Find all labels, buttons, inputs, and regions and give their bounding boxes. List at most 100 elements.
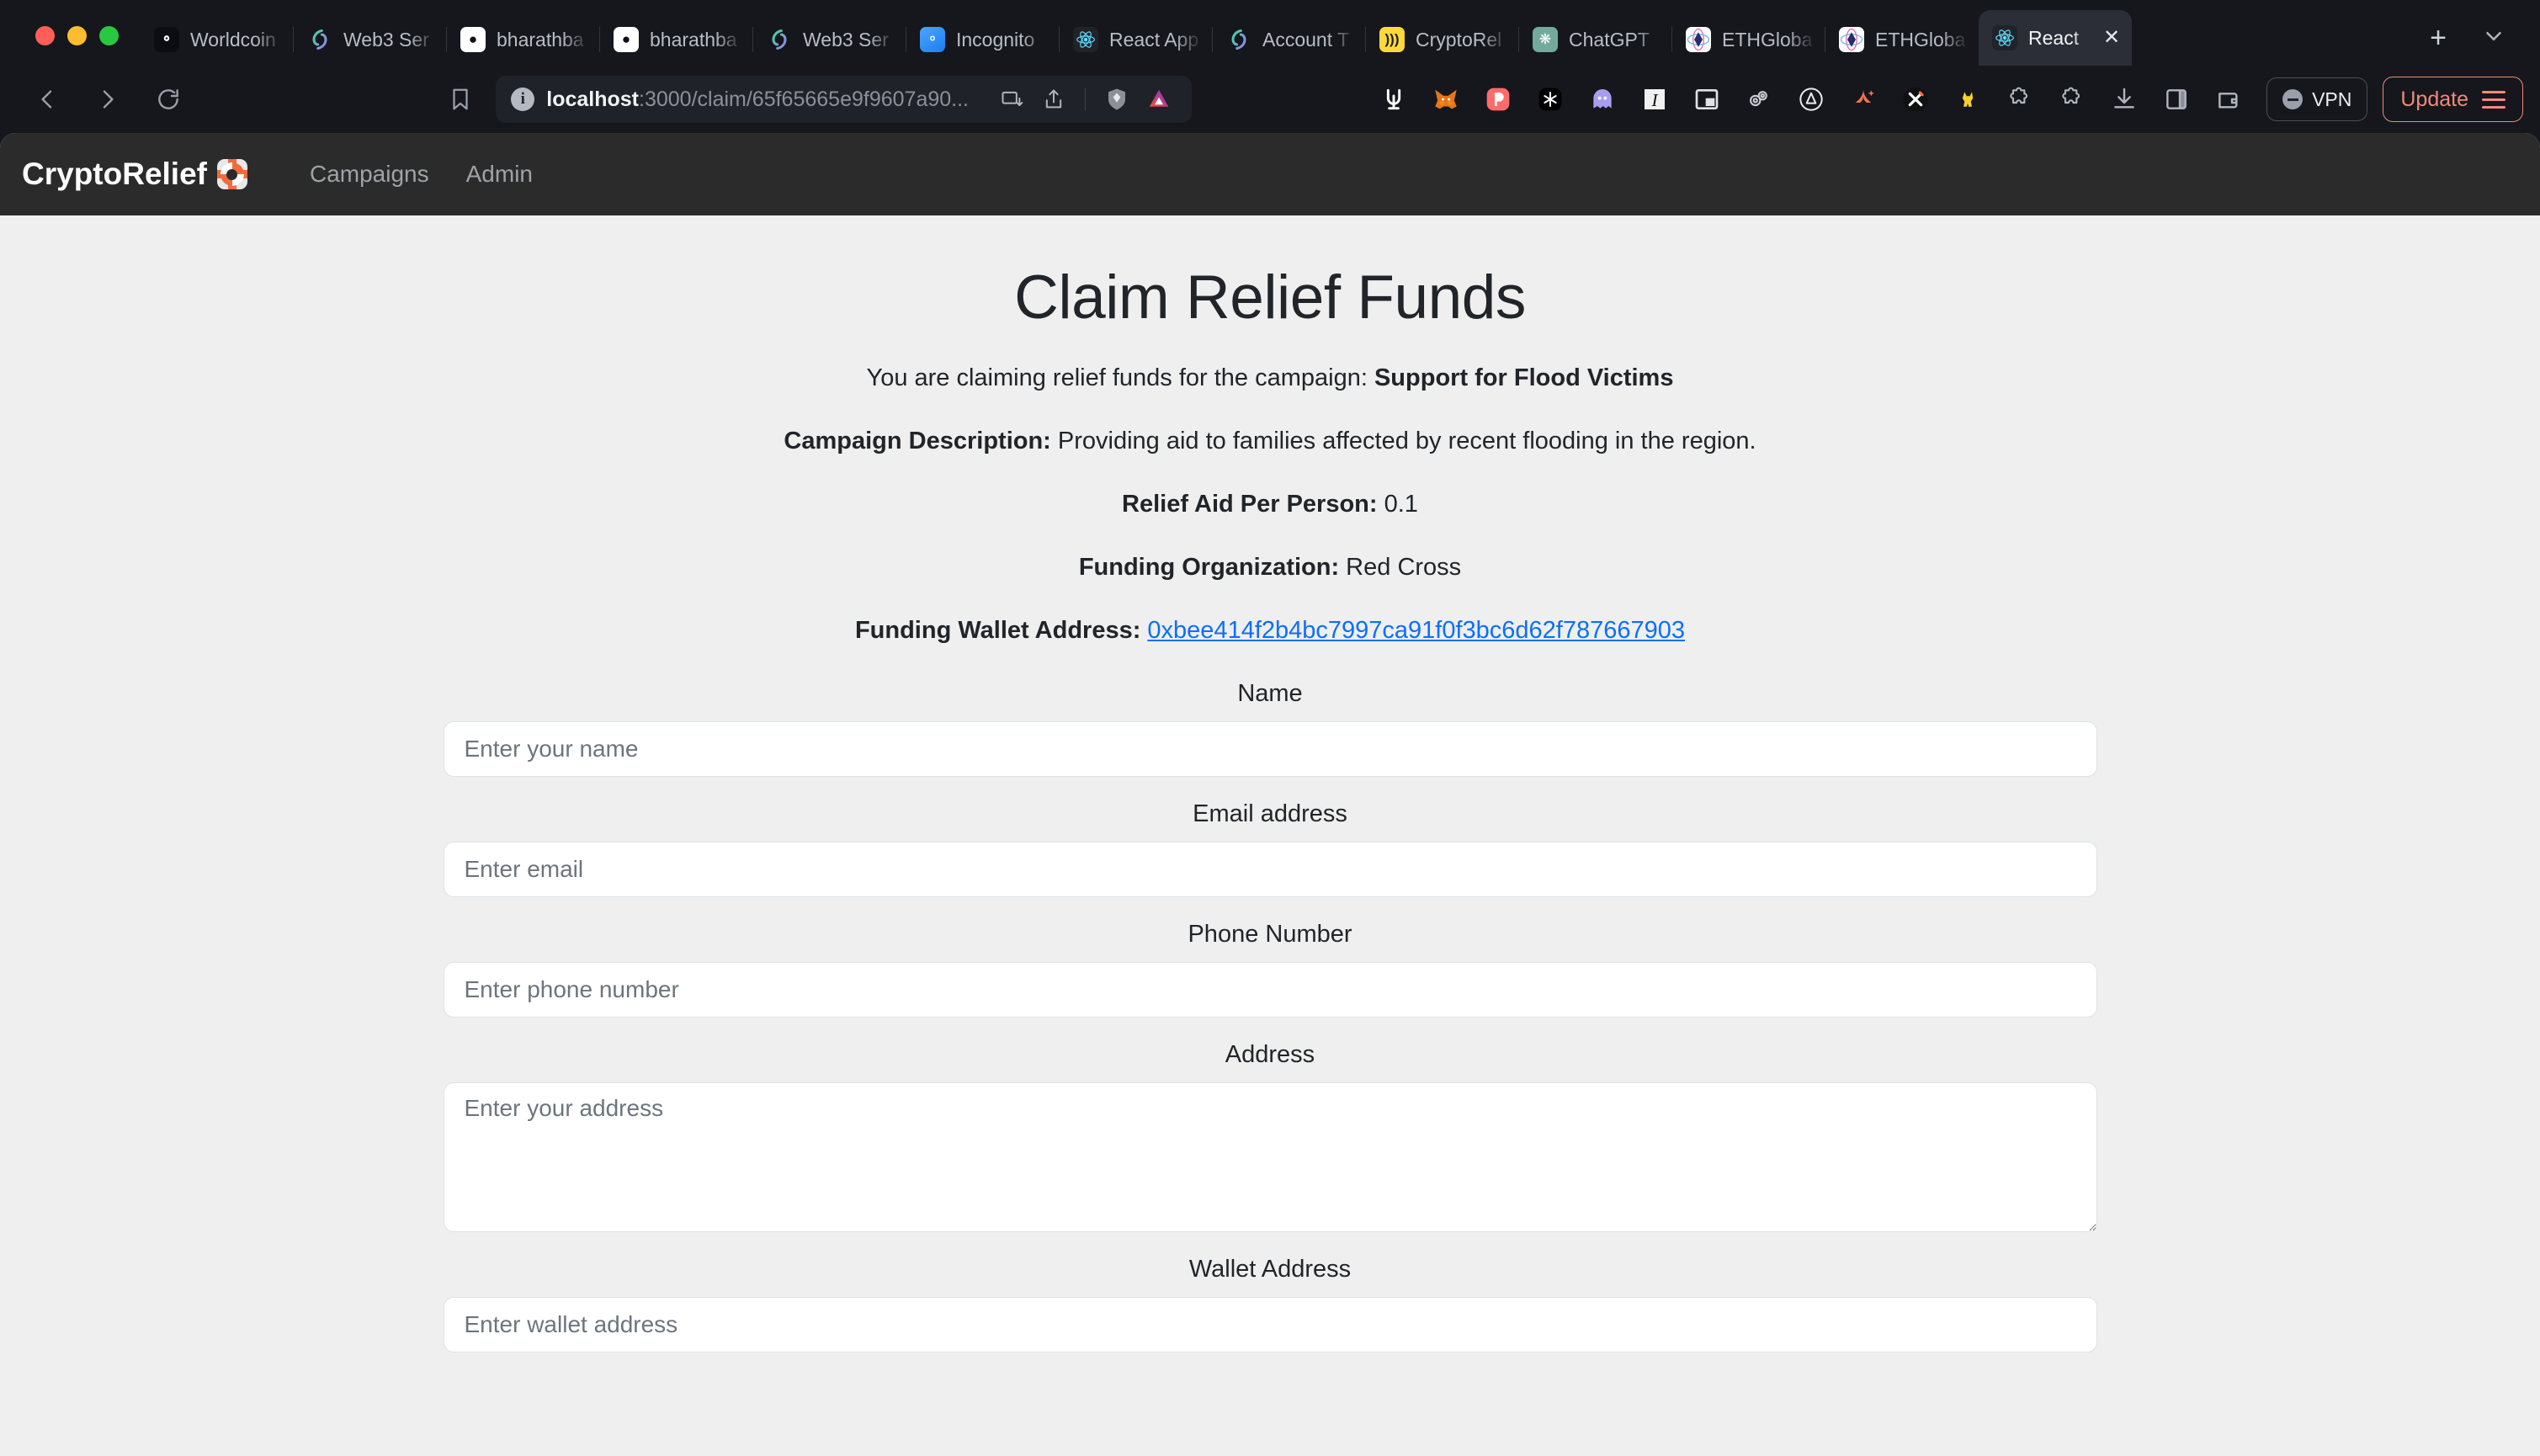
tab-label: Account T <box>1262 28 1350 50</box>
arbitrum-icon[interactable] <box>1789 77 1833 121</box>
email-input[interactable] <box>443 842 2097 897</box>
browser-tab[interactable]: ETHGloba <box>1825 13 1979 66</box>
bookmark-icon[interactable] <box>440 79 481 120</box>
address-textarea[interactable] <box>443 1082 2097 1232</box>
gears-icon[interactable] <box>1737 77 1781 121</box>
lead-prefix: You are claiming relief funds for the ca… <box>866 364 1374 391</box>
download-icon[interactable] <box>2102 77 2146 121</box>
address-bar-actions <box>984 76 1192 123</box>
github-icon: ● <box>460 27 486 52</box>
browser-tab[interactable]: ⚬ Incognito <box>906 13 1060 66</box>
funding-wallet-label: Funding Wallet Address: <box>854 617 1141 644</box>
crypto-icon: ))) <box>1379 27 1405 52</box>
italic-i-icon[interactable]: I <box>1633 77 1677 121</box>
campaign-description: Campaign Description: Providing aid to f… <box>784 428 1756 455</box>
share-icon[interactable] <box>1034 80 1073 119</box>
funding-wallet-link[interactable]: 0xbee414f2b4bc7997ca91f0f3bc6d62f7876679… <box>1147 617 1685 644</box>
relief-aid-value: 0.1 <box>1377 491 1418 518</box>
react-icon <box>1992 25 2017 50</box>
tab-label: bharathba <box>497 28 584 50</box>
maximize-window-button[interactable] <box>99 26 119 45</box>
page-title: Claim Relief Funds <box>1014 263 1526 332</box>
tab-label: Incognito <box>956 28 1035 50</box>
lead-text: You are claiming relief funds for the ca… <box>867 364 1674 392</box>
funding-organization: Funding Organization: Red Cross <box>1079 554 1461 582</box>
browser-tab-active[interactable]: React ✕ <box>1979 10 2132 66</box>
brave-shields-icon[interactable] <box>1097 80 1136 119</box>
forward-icon[interactable] <box>86 77 130 121</box>
pikachu-icon[interactable] <box>1946 77 1990 121</box>
tab-strip: ⚬ Worldcoin Web3 Ser ● bharathba ● bhara… <box>0 0 2540 66</box>
tab-label: bharathba <box>650 28 737 50</box>
page-viewport: CryptoRelief Campaigns Admin Claim Relie… <box>0 133 2540 1456</box>
browser-tab[interactable]: ● bharathba <box>600 13 753 66</box>
brand[interactable]: CryptoRelief <box>22 157 247 192</box>
vpn-status-icon <box>2282 89 2304 109</box>
browser-tab[interactable]: ● bharathba <box>447 13 600 66</box>
chevron-down-icon[interactable] <box>2474 17 2513 56</box>
phone-input[interactable] <box>443 962 2097 1018</box>
ghost-icon[interactable] <box>1581 77 1624 121</box>
brand-label: CryptoRelief <box>22 157 207 191</box>
brave-rewards-icon[interactable] <box>1140 80 1178 119</box>
browser-tab[interactable]: Account T <box>1213 13 1366 66</box>
window-controls <box>20 26 141 66</box>
puzzle-icon[interactable] <box>2050 77 2094 121</box>
tab-label: Web3 Ser <box>803 28 889 50</box>
browser-tab[interactable]: Web3 Ser <box>294 13 447 66</box>
address-bar[interactable]: i localhost:3000/claim/65f65665e9f9607a9… <box>496 76 984 123</box>
snowflake-icon[interactable] <box>1528 77 1572 121</box>
minimize-window-button[interactable] <box>67 26 87 45</box>
ethglobal-icon <box>1839 27 1864 52</box>
new-tab-button[interactable]: + <box>2419 19 2458 57</box>
form-group-wallet: Wallet Address <box>443 1256 2097 1352</box>
close-window-button[interactable] <box>35 26 55 45</box>
tab-label: Worldcoin <box>190 28 276 50</box>
browser-tab[interactable]: ETHGloba <box>1672 13 1825 66</box>
browser-menu-icon[interactable] <box>2482 90 2505 109</box>
picture-in-picture-icon[interactable] <box>1685 77 1729 121</box>
browser-tab[interactable]: ⚬ Worldcoin <box>141 13 294 66</box>
vpn-button[interactable]: VPN <box>2266 77 2368 121</box>
phantom-icon[interactable] <box>1476 77 1520 121</box>
update-button[interactable]: Update <box>2383 77 2523 122</box>
update-label: Update <box>2400 87 2468 111</box>
split-view-icon[interactable] <box>992 80 1031 119</box>
react-icon <box>1073 27 1098 52</box>
page-content: Claim Relief Funds You are claiming reli… <box>0 215 2540 1456</box>
campaign-description-value: Providing aid to families affected by re… <box>1050 428 1756 454</box>
site-info-icon[interactable]: i <box>511 88 535 111</box>
browser-toolbar: i localhost:3000/claim/65f65665e9f9607a9… <box>0 66 2540 133</box>
browser-tab[interactable]: React App <box>1060 13 1213 66</box>
reload-icon[interactable] <box>146 77 190 121</box>
back-icon[interactable] <box>25 77 69 121</box>
nav-link-campaigns[interactable]: Campaigns <box>291 161 448 188</box>
tab-label: React App <box>1109 28 1199 50</box>
puzzle-icon[interactable] <box>1998 77 2042 121</box>
tab-label: CryptoRel <box>1416 28 1502 50</box>
url-text: localhost:3000/claim/65f65665e9f9607a90.… <box>546 88 969 112</box>
argent-icon[interactable] <box>1841 77 1885 121</box>
phone-label: Phone Number <box>1188 921 1352 948</box>
relief-aid-per-person: Relief Aid Per Person: 0.1 <box>1122 491 1418 518</box>
metamask-icon[interactable] <box>1424 77 1468 121</box>
nav-link-admin[interactable]: Admin <box>448 161 551 188</box>
sidebar-icon[interactable] <box>2155 77 2198 121</box>
github-icon: ● <box>614 27 639 52</box>
rabby-wallet-icon[interactable] <box>1372 77 1416 121</box>
app-navbar: CryptoRelief Campaigns Admin <box>0 133 2540 215</box>
web3-icon <box>307 27 332 52</box>
browser-tab[interactable]: ))) CryptoRel <box>1366 13 1519 66</box>
tab-label: ETHGloba <box>1875 28 1966 50</box>
name-input[interactable] <box>443 721 2097 777</box>
tab-label: ETHGloba <box>1722 28 1813 50</box>
browser-tab[interactable]: Web3 Ser <box>753 13 906 66</box>
x-wallet-icon[interactable] <box>1894 77 1937 121</box>
url-host: localhost <box>546 87 640 111</box>
wallet-icon[interactable] <box>2207 77 2250 121</box>
close-tab-button[interactable]: ✕ <box>2103 28 2122 48</box>
browser-tab[interactable]: ❋ ChatGPT <box>1519 13 1672 66</box>
web3-icon <box>767 27 792 52</box>
divider <box>1085 88 1086 111</box>
wallet-address-input[interactable] <box>443 1297 2097 1352</box>
